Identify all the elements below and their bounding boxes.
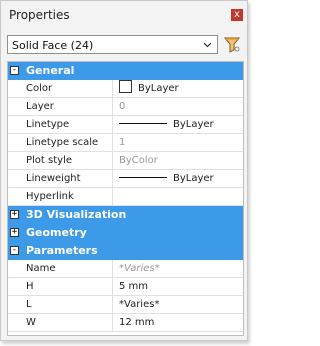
lineweight-sample-icon [119,177,167,178]
category-label: Parameters [26,244,98,257]
property-row-h[interactable]: H 5 mm [8,278,243,296]
chevron-down-icon [204,42,211,48]
property-name: Plot style [20,152,113,169]
property-name: Name [20,260,113,277]
property-row-l[interactable]: L *Varies* [8,296,243,314]
quick-select-filter-icon[interactable] [223,35,241,54]
property-row-name[interactable]: Name *Varies* [8,260,243,278]
property-value-linetype[interactable]: ByLayer [113,116,249,133]
property-name: Linetype scale [20,134,113,151]
property-value-name[interactable]: *Varies* [113,260,249,277]
property-name: Lineweight [20,170,113,187]
property-row-w[interactable]: W 12 mm [8,314,243,332]
property-name: L [20,296,113,313]
selection-value: Solid Face (24) [12,39,94,52]
property-value-l[interactable]: *Varies* [113,296,249,313]
property-row-linetype[interactable]: Linetype ByLayer [8,116,243,134]
property-value-w[interactable]: 12 mm [113,314,249,331]
category-label: General [26,64,75,77]
property-row-lineweight[interactable]: Lineweight ByLayer [8,170,243,188]
property-name: W [20,314,113,331]
category-label: 3D Visualization [26,208,127,221]
expand-toggle[interactable]: + [10,228,19,237]
category-3d-visualization[interactable]: + 3D Visualization [8,206,243,224]
collapse-toggle[interactable]: - [10,66,19,75]
color-swatch-icon [119,80,132,93]
property-value-hyperlink[interactable] [113,188,249,205]
linetype-sample-icon [119,123,167,124]
property-row-color[interactable]: Color ByLayer [8,80,243,98]
property-name: Hyperlink [20,188,113,205]
property-row-plot-style[interactable]: Plot style ByColor [8,152,243,170]
property-row-layer[interactable]: Layer 0 [8,98,243,116]
property-name: Color [20,80,113,97]
category-label: Geometry [26,226,87,239]
expand-toggle[interactable]: + [10,210,19,219]
category-parameters[interactable]: - Parameters [8,242,243,260]
category-general[interactable]: - General [8,62,243,80]
collapse-toggle[interactable]: - [10,246,19,255]
property-value-lineweight[interactable]: ByLayer [113,170,249,187]
property-value-plot-style[interactable]: ByColor [113,152,249,169]
close-button[interactable]: x [231,9,243,21]
property-grid: - General Color ByLayer Layer 0 Linetype… [7,61,244,336]
category-geometry[interactable]: + Geometry [8,224,243,242]
selection-dropdown[interactable]: Solid Face (24) [7,35,218,54]
property-value-color[interactable]: ByLayer [113,80,249,97]
property-value-h[interactable]: 5 mm [113,278,249,295]
property-row-linetype-scale[interactable]: Linetype scale 1 [8,134,243,152]
property-name: Layer [20,98,113,115]
property-name: H [20,278,113,295]
property-row-hyperlink[interactable]: Hyperlink [8,188,243,206]
property-value-linetype-scale[interactable]: 1 [113,134,249,151]
property-name: Linetype [20,116,113,133]
panel-title: Properties [9,8,70,22]
title-bar[interactable]: Properties x [1,1,247,28]
property-value-layer[interactable]: 0 [113,98,249,115]
properties-panel: Properties x Solid Face (24) - General C… [0,0,248,341]
